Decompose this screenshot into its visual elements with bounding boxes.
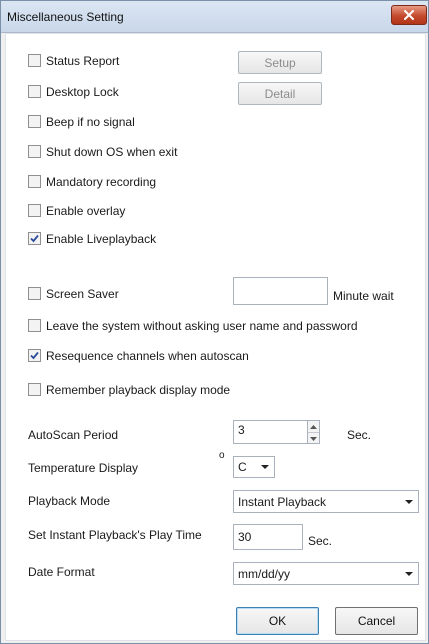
enable-overlay-checkbox[interactable]: Enable overlay [28,202,125,219]
checkbox-label: Leave the system without asking user nam… [46,318,358,333]
checkbox-box[interactable] [28,54,41,67]
spin-up-icon[interactable] [308,421,319,432]
resequence-channels-checkbox[interactable]: Resequence channels when autoscan [28,347,249,364]
close-button[interactable] [391,5,427,25]
mandatory-recording-checkbox[interactable]: Mandatory recording [28,173,156,190]
title-bar[interactable]: Miscellaneous Setting [1,1,428,33]
autoscan-period-input[interactable]: 3 [233,420,308,444]
remember-playback-checkbox[interactable]: Remember playback display mode [28,381,230,398]
beep-if-no-signal-checkbox[interactable]: Beep if no signal [28,113,135,130]
checkbox-box[interactable] [28,349,41,362]
checkbox-label: Shut down OS when exit [46,144,178,159]
checkbox-label: Enable overlay [46,203,126,218]
date-format-label: Date Format [28,565,95,579]
chevron-down-icon [261,465,269,469]
checkbox-box[interactable] [28,145,41,158]
autoscan-period-label: AutoScan Period [28,428,119,442]
minute-wait-label: Minute wait [333,289,394,303]
checkbox-label: Screen Saver [46,286,119,301]
date-format-value: mm/dd/yy [238,566,291,581]
checkbox-box[interactable] [28,383,41,396]
leave-system-checkbox[interactable]: Leave the system without asking user nam… [28,317,358,334]
autoscan-unit-label: Sec. [347,428,372,442]
close-x-icon [404,10,414,20]
date-format-select[interactable]: mm/dd/yy [233,562,419,585]
instant-playback-time-label: Set Instant Playback's Play Time [28,528,202,542]
ok-button[interactable]: OK [236,607,319,635]
check-mark-icon [30,351,39,360]
checkbox-label: Status Report [46,53,120,68]
checkbox-box[interactable] [28,175,41,188]
miscellaneous-setting-dialog: Miscellaneous Setting Status Report Setu… [0,0,429,644]
checkbox-box[interactable] [28,232,41,245]
screen-saver-minutes-input[interactable] [233,277,328,305]
check-mark-icon [30,234,39,243]
chevron-down-icon [405,571,413,576]
setup-button[interactable]: Setup [238,51,322,74]
status-report-checkbox[interactable]: Status Report [28,52,119,69]
checkbox-box[interactable] [28,287,41,300]
chevron-down-icon [405,499,413,504]
checkbox-label: Resequence channels when autoscan [46,348,249,363]
instant-playback-time-input[interactable]: 30 [233,524,303,550]
screen-saver-checkbox[interactable]: Screen Saver [28,285,119,302]
autoscan-spinner[interactable] [307,420,320,444]
checkbox-box[interactable] [28,319,41,332]
dialog-title: Miscellaneous Setting [7,10,124,24]
degree-symbol: o [219,450,225,461]
playback-mode-select[interactable]: Instant Playback [233,490,419,513]
checkbox-label: Enable Liveplayback [46,231,157,246]
checkbox-label: Mandatory recording [46,174,157,189]
cancel-button[interactable]: Cancel [335,607,418,635]
checkbox-label: Desktop Lock [46,84,119,99]
playback-mode-value: Instant Playback [238,494,327,509]
checkbox-label: Beep if no signal [46,114,135,129]
playback-mode-label: Playback Mode [28,494,111,508]
temperature-unit-select[interactable]: C [233,456,275,478]
checkbox-box[interactable] [28,115,41,128]
checkbox-box[interactable] [28,204,41,217]
checkbox-label: Remember playback display mode [46,382,231,397]
shut-down-os-checkbox[interactable]: Shut down OS when exit [28,143,177,160]
detail-button[interactable]: Detail [238,82,322,105]
instant-playback-unit-label: Sec. [308,534,333,548]
temperature-display-label: Temperature Display [28,461,139,475]
spin-down-icon[interactable] [308,432,319,444]
checkbox-box[interactable] [28,85,41,98]
desktop-lock-checkbox[interactable]: Desktop Lock [28,83,119,100]
enable-liveplayback-checkbox[interactable]: Enable Liveplayback [28,230,156,247]
temperature-unit-value: C [238,460,247,474]
